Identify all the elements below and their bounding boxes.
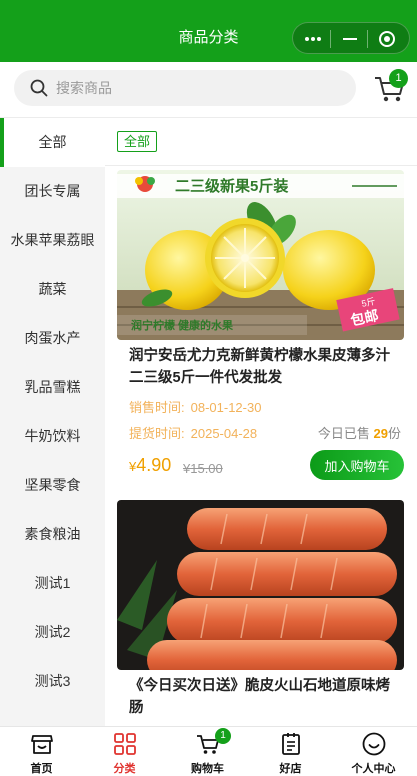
sidebar-item-snacks[interactable]: 坚果零食 [0,461,105,510]
tab-shop[interactable]: 好店 [249,727,332,776]
minimize-icon[interactable] [332,23,368,55]
product-name[interactable]: 润宁安岳尤力克新鲜黄柠檬水果皮薄多汁二三级5斤一件代发批发 [129,345,401,389]
target-circle-icon[interactable] [369,23,405,55]
cart-badge: 1 [389,69,408,88]
category-page: 商品分类 1 全部 团长专属 水果苹果荔眼 蔬菜 肉蛋水产 乳品雪糕 牛奶饮料 [0,0,417,776]
pickup-time: 提货时间: 2025-04-28 [129,423,257,442]
more-dots-icon[interactable] [295,23,331,55]
filter-tag-all[interactable]: 全部 [117,131,158,152]
add-to-cart-button[interactable]: 加入购物车 [310,450,404,480]
original-price: ¥15.00 [183,461,223,476]
sale-time-label: 销售时间: [129,400,185,415]
header-bar: 商品分类 [0,0,417,62]
tab-profile-label: 个人中心 [351,763,396,775]
bottom-tab-bar: 首页 分类 1 购物车 好店 个人中心 [0,726,417,776]
shop-list-icon [282,733,300,755]
tab-category-label: 分类 [113,763,136,775]
tab-cart-label: 购物车 [191,763,224,775]
smile-user-icon [362,732,386,756]
search-input[interactable] [56,70,336,106]
product-card[interactable]: 《今日买次日送》脆皮火山石地道原味烤肠 [117,500,404,726]
product-card[interactable]: 二三级新果5斤装 润宁柠檬 健康的水果 5斤 包邮 润宁安岳尤力克新鲜黄柠檬水果… [117,170,404,490]
tab-category[interactable]: 分类 [83,727,166,776]
sidebar-item-dairy[interactable]: 乳品雪糕 [0,363,105,412]
sidebar-item-all[interactable]: 全部 [0,118,105,167]
sidebar-item-test1[interactable]: 测试1 [0,559,105,608]
product-image-sausage[interactable] [117,500,404,670]
sidebar-item-grain-oil[interactable]: 素食粮油 [0,510,105,559]
divider [105,165,417,166]
pickup-time-label: 提货时间: [129,426,185,441]
sidebar-item-drinks[interactable]: 牛奶饮料 [0,412,105,461]
tab-home[interactable]: 首页 [0,727,83,776]
price: ¥4.90 [129,455,171,476]
search-bar[interactable] [14,70,356,106]
sold-today: 今日已售 29份 [318,423,401,442]
search-icon [30,79,48,97]
sale-time: 销售时间: 08-01-12-30 [129,397,261,416]
product-image-lemon[interactable]: 二三级新果5斤装 润宁柠檬 健康的水果 5斤 包邮 [117,170,404,340]
sale-time-value: 08-01-12-30 [190,400,262,415]
tab-home-label: 首页 [30,763,53,775]
cart-tab-badge: 1 [215,728,231,744]
sidebar-item-test2[interactable]: 测试2 [0,608,105,657]
image-caption-text: 润宁柠檬 健康的水果 [131,318,233,332]
sidebar-item-test3[interactable]: 测试3 [0,657,105,706]
sidebar-item-vegetable[interactable]: 蔬菜 [0,265,105,314]
sidebar-item-leader[interactable]: 团长专属 [0,167,105,216]
sold-suffix: 份 [387,426,401,441]
sold-count: 29 [373,426,388,441]
tab-cart[interactable]: 1 购物车 [166,727,249,776]
sidebar-item-fruit[interactable]: 水果苹果荔眼 [0,216,105,265]
product-name[interactable]: 《今日买次日送》脆皮火山石地道原味烤肠 [129,675,401,719]
mini-program-capsule [292,22,410,54]
tab-shop-label: 好店 [279,763,302,775]
price-value: 4.90 [136,455,172,475]
category-sidebar: 全部 团长专属 水果苹果荔眼 蔬菜 肉蛋水产 乳品雪糕 牛奶饮料 坚果零食 素食… [0,118,105,726]
pickup-time-value: 2025-04-28 [190,426,258,441]
image-banner-text: 二三级新果5斤装 [175,177,289,195]
sidebar-item-meat[interactable]: 肉蛋水产 [0,314,105,363]
tab-profile[interactable]: 个人中心 [332,727,415,776]
category-grid-icon [114,733,136,755]
home-store-icon [31,735,53,754]
sold-prefix: 今日已售 [317,426,370,441]
